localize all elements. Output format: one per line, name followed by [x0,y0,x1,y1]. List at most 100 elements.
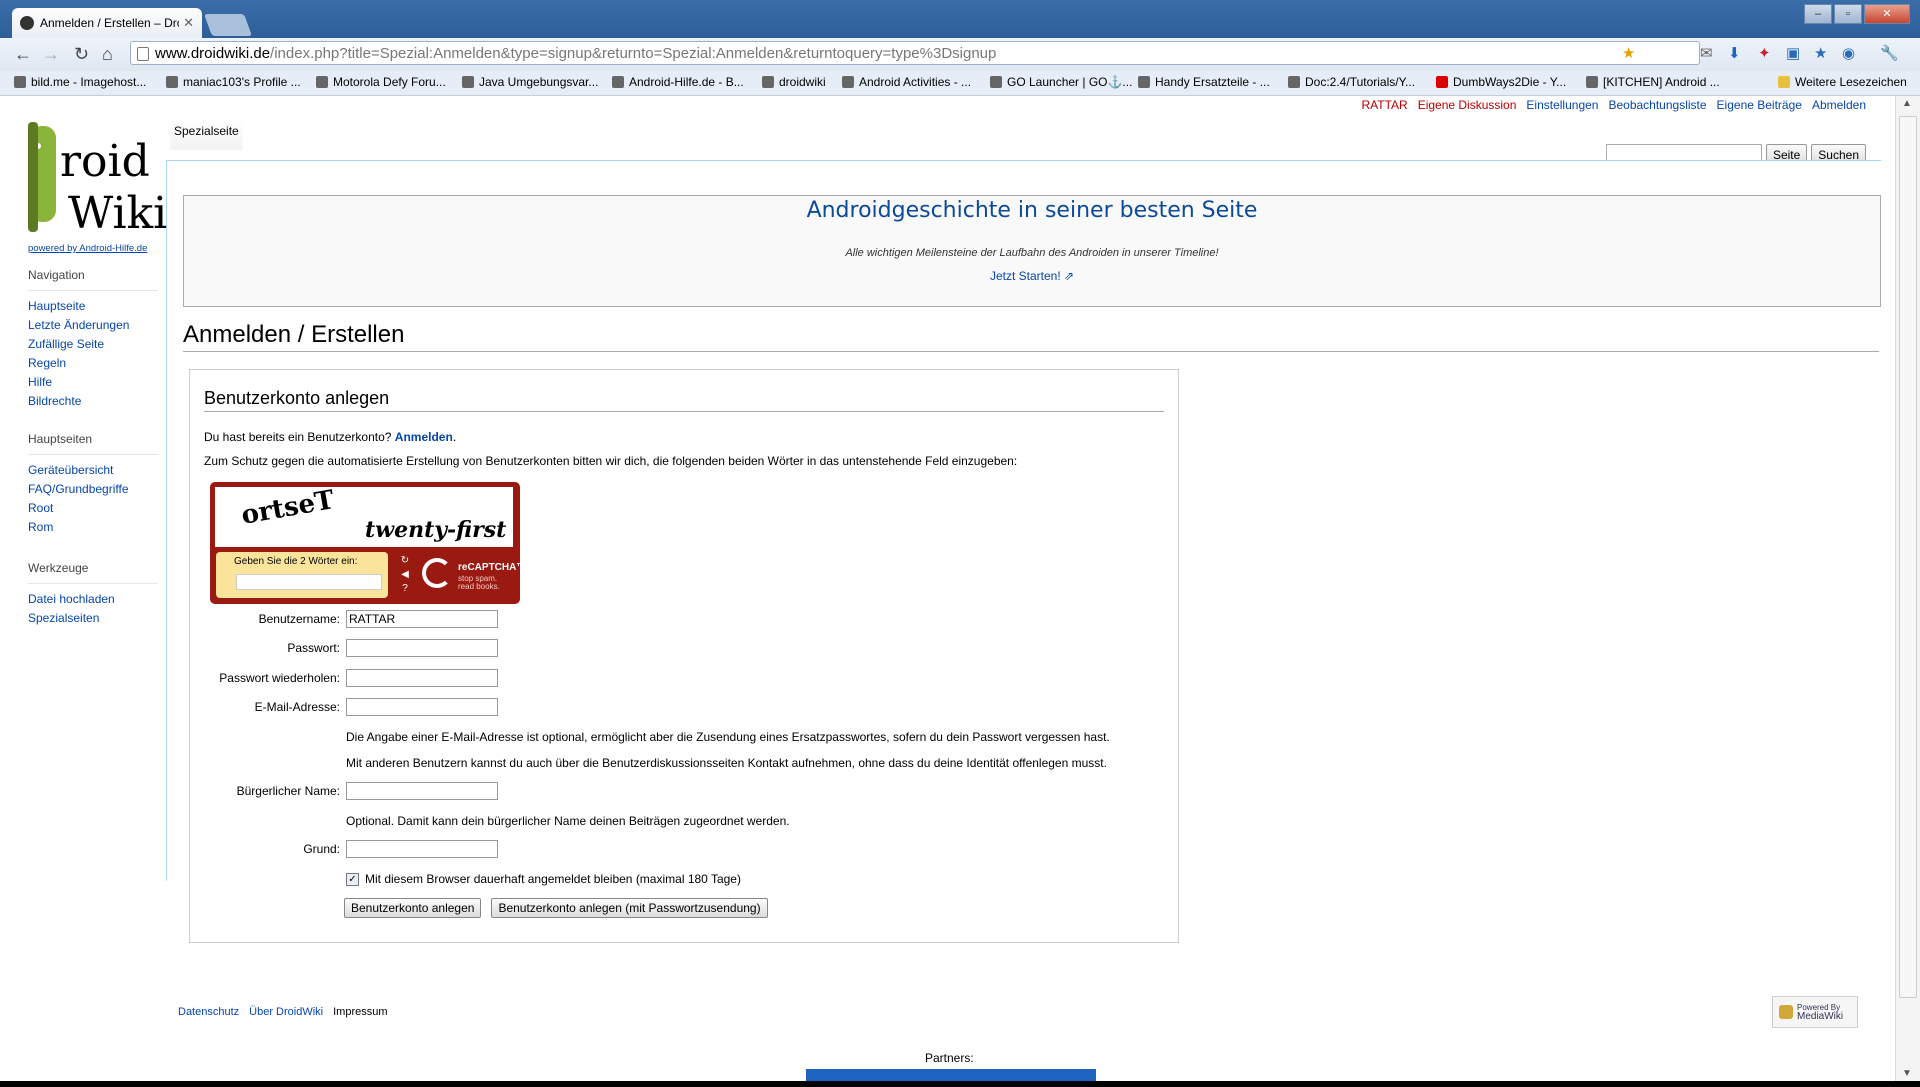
close-window-icon[interactable]: ✕ [1864,4,1910,24]
bookmark-item[interactable]: Handy Ersatzteile - ... [1138,75,1270,89]
refresh-icon[interactable]: ↻ [396,554,414,568]
footer-about-link[interactable]: Über DroidWiki [249,1006,323,1018]
email-input[interactable] [346,698,498,716]
gmail-extension-icon[interactable]: ✉ [1700,44,1713,62]
portal-title: Hauptseiten [28,432,158,455]
bookmark-favicon-icon [1288,76,1300,88]
bookmark-item[interactable]: DumbWays2Die - Y... [1436,75,1566,89]
window-controls: – ▫ ✕ [1804,4,1910,24]
login-link[interactable]: Anmelden [395,430,453,444]
address-bar[interactable]: www.droidwiki.de/index.php?title=Spezial… [130,41,1700,65]
scroll-up-icon[interactable]: ▲ [1902,98,1912,109]
settings-extension-icon[interactable]: ◉ [1842,44,1855,62]
help-icon[interactable]: ? [396,582,414,596]
download-extension-icon[interactable]: ⬇ [1728,44,1741,62]
user-link[interactable]: RATTAR [1361,98,1407,112]
banner-start-link[interactable]: Jetzt Starten! [990,269,1061,283]
bookmark-item[interactable]: Java Umgebungsvar... [462,75,598,89]
sidebar-item-rules[interactable]: Regeln [28,356,66,370]
bookmark-item[interactable]: droidwiki [762,75,826,89]
sidebar-item-help[interactable]: Hilfe [28,375,52,389]
reason-label: Grund: [303,842,340,856]
captcha-word-1: ortseT [239,485,337,531]
sidebar-item-devices[interactable]: Geräteübersicht [28,463,113,477]
reason-input[interactable] [346,840,498,858]
logout-link[interactable]: Abmelden [1812,98,1866,112]
my-talk-link[interactable]: Eigene Diskussion [1418,98,1517,112]
footer-imprint-link[interactable]: Impressum [333,1006,387,1018]
youtube-favicon-icon [1436,76,1448,88]
bookmark-star-icon[interactable]: ★ [1622,44,1635,62]
bookmark-item[interactable]: bild.me - Imagehost... [14,75,146,89]
new-tab-button[interactable] [203,14,253,36]
home-icon[interactable]: ⌂ [102,44,113,65]
back-icon[interactable]: ← [14,44,32,65]
contributions-link[interactable]: Eigene Beiträge [1717,98,1802,112]
have-account-line: Du hast bereits ein Benutzerkonto? Anmel… [204,430,457,444]
wrench-menu-icon[interactable]: 🔧 [1880,44,1899,62]
watchlist-link[interactable]: Beobachtungsliste [1608,98,1706,112]
username-input[interactable] [346,610,498,628]
email-note-1: Die Angabe einer E-Mail-Adresse ist opti… [346,730,1110,744]
preferences-link[interactable]: Einstellungen [1526,98,1598,112]
droidwiki-logo[interactable]: roid Wiki powered by Android-Hilfe.de [24,116,167,254]
sidebar-item-faq[interactable]: FAQ/Grundbegriffe [28,482,129,496]
tab-special-page[interactable]: Spezialseite [170,118,243,150]
captcha-intro: Zum Schutz gegen die automatisierte Erst… [204,454,1018,468]
sidebar-item-recent-changes[interactable]: Letzte Änderungen [28,318,129,332]
sidebar-item-upload[interactable]: Datei hochladen [28,592,115,606]
remember-checkbox[interactable]: ✓ [346,872,359,886]
powered-by-mediawiki-badge[interactable]: Powered By MediaWiki [1772,996,1858,1028]
powered-by-link[interactable]: powered by Android-Hilfe.de [28,243,147,254]
translate-extension-icon[interactable]: ▣ [1786,44,1800,62]
bookmark-item[interactable]: Android-Hilfe.de - B... [612,75,744,89]
bookmark-item[interactable]: [KITCHEN] Android ... [1586,75,1720,89]
email-note-2: Mit anderen Benutzern kannst du auch übe… [346,756,1107,770]
bookmark-item[interactable]: Android Activities - ... [842,75,971,89]
bookmark-favicon-icon [1586,76,1598,88]
sidebar-item-image-rights[interactable]: Bildrechte [28,394,81,408]
bookmark-favicon-icon [316,76,328,88]
create-account-mail-button[interactable]: Benutzerkonto anlegen (mit Passwortzusen… [491,898,768,918]
audio-icon[interactable]: ◀ [396,568,414,582]
close-tab-icon[interactable]: ✕ [183,15,194,31]
maximize-icon[interactable]: ▫ [1834,4,1862,24]
other-bookmarks[interactable]: Weitere Lesezeichen [1778,75,1907,89]
sidebar-item-hauptseite[interactable]: Hauptseite [28,299,85,313]
form-buttons: Benutzerkonto anlegen Benutzerkonto anle… [344,898,768,918]
remember-label: Mit diesem Browser dauerhaft angemeldet … [365,872,741,886]
captcha-controls: ↻ ◀ ? [396,554,414,598]
scroll-down-icon[interactable]: ▼ [1902,1068,1912,1079]
reload-icon[interactable]: ↻ [74,44,89,65]
realname-input[interactable] [346,782,498,800]
password-repeat-input[interactable] [346,669,498,687]
content-area: Androidgeschichte in seiner besten Seite… [166,160,1881,943]
sidebar-item-rom[interactable]: Rom [28,520,53,534]
bookmark-item[interactable]: GO Launcher | GO⚓... [990,75,1132,89]
browser-tab[interactable]: Anmelden / Erstellen – Dro ✕ [12,8,202,38]
bookmark-item[interactable]: Doc:2.4/Tutorials/Y... [1288,75,1415,89]
web-page: RATTAR Eigene Diskussion Einstellungen B… [0,96,1896,1081]
portal-title: Navigation [28,268,158,291]
bookmark-favicon-icon [1138,76,1150,88]
bookmark-favicon-icon [612,76,624,88]
password-input[interactable] [346,639,498,657]
forward-icon[interactable]: → [42,44,60,65]
sidebar-item-special-pages[interactable]: Spezialseiten [28,611,99,625]
banner-title: Androidgeschichte in seiner besten Seite [806,198,1258,223]
footer-privacy-link[interactable]: Datenschutz [178,1006,239,1018]
bookmark-favicon-icon [762,76,774,88]
minimize-icon[interactable]: – [1804,4,1832,24]
scrollbar-thumb[interactable] [1899,116,1917,998]
bookmark-favicon-icon [842,76,854,88]
vertical-scrollbar[interactable]: ▲ ▼ [1895,96,1920,1081]
create-account-button[interactable]: Benutzerkonto anlegen [344,898,482,918]
captcha-input[interactable] [236,574,382,590]
sidebar-item-root[interactable]: Root [28,501,53,515]
extension-icon[interactable]: ✦ [1758,44,1771,62]
partner-banner[interactable] [806,1069,1096,1081]
favorites-extension-icon[interactable]: ★ [1814,44,1827,62]
bookmark-item[interactable]: Motorola Defy Foru... [316,75,446,89]
sidebar-item-random-page[interactable]: Zufällige Seite [28,337,104,351]
bookmark-item[interactable]: maniac103's Profile ... [166,75,301,89]
